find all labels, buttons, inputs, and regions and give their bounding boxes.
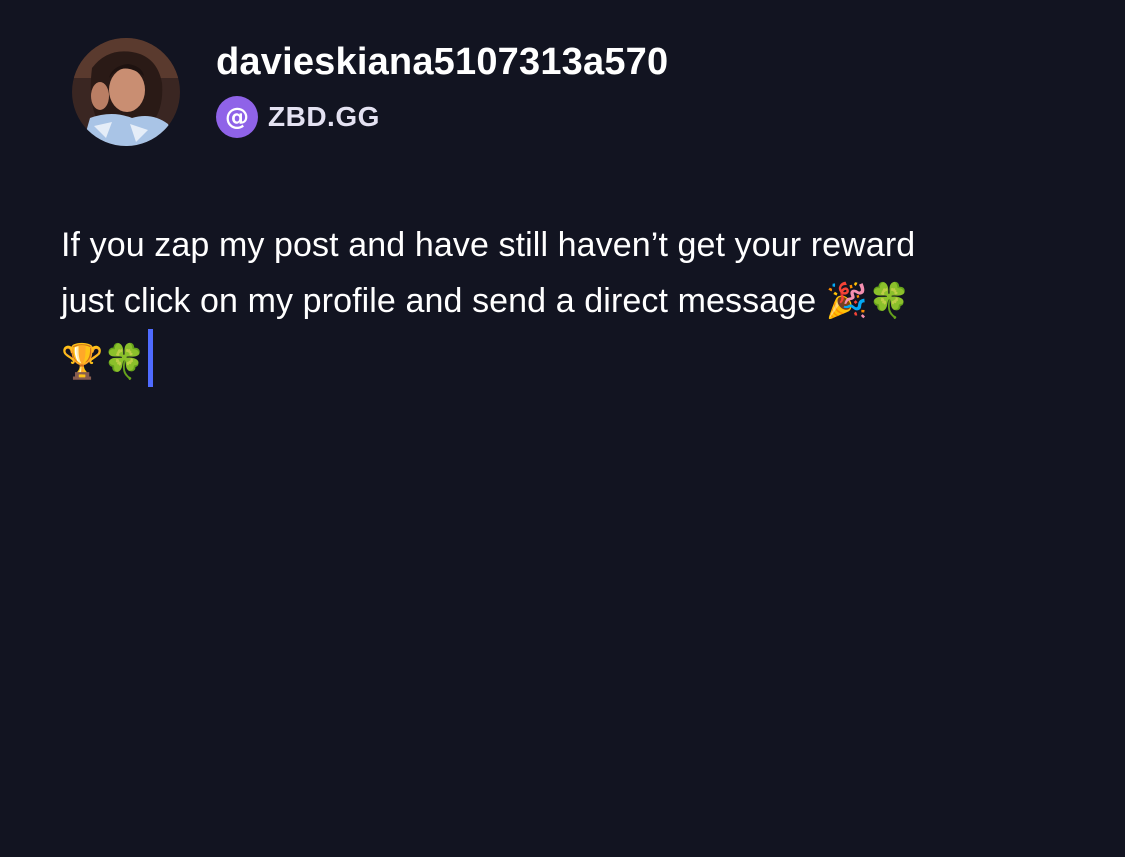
username[interactable]: davieskiana5107313a570	[216, 40, 668, 84]
at-sign-icon: @	[216, 96, 258, 138]
post-text-line-2-text: just click on my profile and send a dire…	[61, 282, 826, 320]
post-text-line-3: 🏆🍀	[61, 329, 1081, 390]
avatar[interactable]	[72, 38, 180, 146]
post-text-line-2: just click on my profile and send a dire…	[61, 273, 1081, 329]
text-caret	[147, 329, 153, 387]
author-identity: davieskiana5107313a570 @ ZBD.GG	[216, 40, 668, 138]
post-text-line-1: If you zap my post and have still haven’…	[61, 226, 916, 264]
avatar-photo	[72, 38, 180, 146]
trophy-clover-emoji: 🏆🍀	[61, 342, 146, 382]
nip05-verification[interactable]: @ ZBD.GG	[216, 96, 668, 138]
post-content-editor[interactable]: If you zap my post and have still haven’…	[61, 217, 1081, 390]
post-author-header: davieskiana5107313a570 @ ZBD.GG	[72, 38, 668, 146]
nip05-domain: ZBD.GG	[268, 101, 380, 132]
party-clover-emoji: 🎉🍀	[825, 281, 911, 321]
